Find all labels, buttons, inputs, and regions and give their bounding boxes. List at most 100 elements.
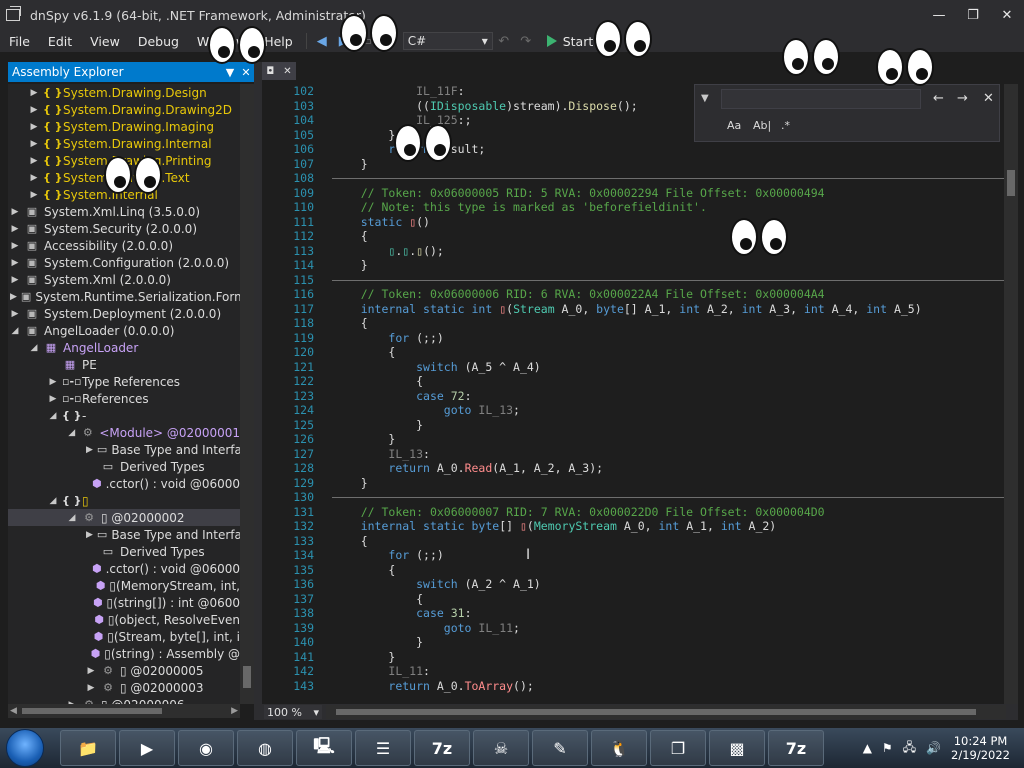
expand-arrow-icon[interactable]: ▶ <box>29 173 39 183</box>
close-icon[interactable]: ✕ <box>990 0 1024 30</box>
expand-arrow-icon[interactable]: ▶ <box>86 683 96 693</box>
tree-item[interactable]: ▶ ▭ Base Type and Interfac <box>8 441 240 458</box>
tree-horizontal-scrollbar[interactable]: ◀ ▶ <box>8 704 240 718</box>
expand-arrow-icon[interactable]: ▶ <box>29 88 39 98</box>
tree-item[interactable]: ▶ ▭ Base Type and Interfac <box>8 526 240 543</box>
tree-item[interactable]: ▶ { } System.Drawing.Imaging <box>8 118 240 135</box>
tree-item[interactable]: ◢ ▣ AngelLoader (0.0.0.0) <box>8 322 240 339</box>
minimize-icon[interactable]: — <box>922 0 956 30</box>
document-tab[interactable]: ◘ ✕ <box>262 62 296 80</box>
tree-item[interactable]: ◢ ⚙ <Module> @02000001 <box>8 424 240 441</box>
tree-item[interactable]: ▶ ▣ System.Security (2.0.0.0) <box>8 220 240 237</box>
close-icon[interactable]: ✕ <box>983 91 994 106</box>
menu-view[interactable]: View <box>81 34 129 49</box>
tree-item[interactable]: ⬢ ▯(MemoryStream, int, <box>8 577 240 594</box>
expand-arrow-icon[interactable]: ▶ <box>29 190 39 200</box>
tree-item[interactable]: ⬢ .cctor() : void @06000 <box>8 475 240 492</box>
language-select[interactable]: C# ▾ <box>402 32 493 50</box>
editor-app-icon[interactable]: ✎ <box>532 730 588 766</box>
7zip-app-icon[interactable]: 7z <box>414 730 470 766</box>
menu-edit[interactable]: Edit <box>39 34 81 49</box>
expand-arrow-icon[interactable]: ▶ <box>10 224 20 234</box>
expand-arrow-icon[interactable]: ▶ <box>48 394 58 404</box>
pirate-app-icon[interactable]: ☠ <box>473 730 529 766</box>
tree-item[interactable]: ▶ ▣ System.Runtime.Serialization.Format <box>8 288 240 305</box>
undo-icon[interactable]: ↶ <box>493 31 515 51</box>
collapse-arrow-icon[interactable]: ◢ <box>67 428 76 438</box>
expand-arrow-icon[interactable]: ▶ <box>10 241 20 251</box>
show-hidden-icons-icon[interactable]: ▲ <box>863 741 872 755</box>
collapse-arrow-icon[interactable]: ◢ <box>48 496 58 506</box>
tree-item[interactable]: ▶ ⚙ ▯ @02000005 <box>8 662 240 679</box>
expand-arrow-icon[interactable]: ▶ <box>10 207 20 217</box>
find-previous-icon[interactable]: ← <box>933 91 944 106</box>
redo-icon[interactable]: ↷ <box>515 31 537 51</box>
expand-arrow-icon[interactable]: ▶ <box>29 156 39 166</box>
tree-item[interactable]: ◢ ⚙ ▯ @02000002 <box>8 509 240 526</box>
tree-item[interactable]: ⬢ ▯(object, ResolveEven <box>8 611 240 628</box>
tree-item[interactable]: ▶ ▣ System.Xml (2.0.0.0) <box>8 271 240 288</box>
chrome-app-icon[interactable]: ◉ <box>178 730 234 766</box>
tree-item[interactable]: ▶ ▣ System.Deployment (2.0.0.0) <box>8 305 240 322</box>
menu-file[interactable]: File <box>0 34 39 49</box>
whole-word-toggle[interactable]: Ab| <box>753 119 771 132</box>
expand-arrow-icon[interactable]: ▶ <box>29 122 39 132</box>
tree-item[interactable]: ▶⚙▯ @02000006 <box>8 696 240 705</box>
tree-item[interactable]: ⬢ ▯(string[]) : int @0600 <box>8 594 240 611</box>
tree-item[interactable]: ▶ ▣ System.Xml.Linq (3.5.0.0) <box>8 203 240 220</box>
collapse-arrow-icon[interactable]: ◢ <box>48 411 58 421</box>
expand-arrow-icon[interactable]: ▶ <box>10 309 20 319</box>
network-icon[interactable]: 🖧 <box>903 738 916 759</box>
editor-horizontal-scrollbar[interactable] <box>326 705 1006 719</box>
menu-debug[interactable]: Debug <box>129 34 188 49</box>
notes-app-icon[interactable]: ☰ <box>355 730 411 766</box>
start-menu-button[interactable] <box>6 729 44 767</box>
expand-arrow-icon[interactable]: ▶ <box>10 275 20 285</box>
tree-item[interactable]: ◢ ▦ AngelLoader <box>8 339 240 356</box>
tree-vertical-scrollbar[interactable] <box>240 84 254 704</box>
tree-item[interactable]: ⬢ ▯(string) : Assembly @ <box>8 645 240 662</box>
collapse-arrow-icon[interactable]: ◢ <box>10 326 20 336</box>
tree-item[interactable]: ▶ { } System.Drawing.Drawing2D <box>8 101 240 118</box>
tree-item[interactable]: ▶ ▣ System.Configuration (2.0.0.0) <box>8 254 240 271</box>
tree-item[interactable]: ◢ { } - <box>8 407 240 424</box>
7zip-app-2-icon[interactable]: 7z <box>768 730 824 766</box>
firefox-app-icon[interactable]: ◍ <box>237 730 293 766</box>
maximize-icon[interactable]: ❐ <box>956 0 990 30</box>
start-button[interactable]: Start <box>546 34 593 49</box>
expand-arrow-icon[interactable]: ▶ <box>86 445 93 455</box>
expand-arrow-icon[interactable]: ▶ <box>29 139 39 149</box>
tree-item[interactable]: ▶ ▫-▫ Type References <box>8 373 240 390</box>
tree-item[interactable]: ▦ PE <box>8 356 240 373</box>
tree-item[interactable]: ▭ Derived Types <box>8 543 240 560</box>
tree-item[interactable]: ⬢ .cctor() : void @06000 <box>8 560 240 577</box>
tree-item[interactable]: ▭ Derived Types <box>8 458 240 475</box>
expand-arrow-icon[interactable]: ▶ <box>86 666 96 676</box>
match-case-toggle[interactable]: Aa <box>727 119 741 132</box>
volume-icon[interactable]: 🔊 <box>926 741 941 755</box>
tree-item[interactable]: ◢ { } ▯ <box>8 492 240 509</box>
tree-item[interactable]: ▶ ▫-▫ References <box>8 390 240 407</box>
collapse-arrow-icon[interactable]: ◢ <box>29 343 39 353</box>
expand-arrow-icon[interactable]: ▶ <box>10 292 17 302</box>
tree-item[interactable]: ▶ ⚙ ▯ @02000003 <box>8 679 240 696</box>
action-center-icon[interactable]: ⚑ <box>882 741 893 755</box>
expand-arrow-icon[interactable]: ▶ <box>86 530 93 540</box>
penguin-app-icon[interactable]: 🐧 <box>591 730 647 766</box>
find-input[interactable] <box>721 89 921 109</box>
tree-item[interactable]: ▶ { } System.Drawing.Design <box>8 84 240 101</box>
tree-item[interactable]: ▶ { } System.Drawing.Internal <box>8 135 240 152</box>
windows-app-icon[interactable]: ❐ <box>650 730 706 766</box>
collapse-arrow-icon[interactable]: ◢ <box>67 513 77 523</box>
panel-splitter[interactable] <box>254 62 262 720</box>
explorer-app-icon[interactable]: 📁 <box>60 730 116 766</box>
tree-item[interactable]: ▶ ▣ Accessibility (2.0.0.0) <box>8 237 240 254</box>
find-next-icon[interactable]: → <box>957 91 968 106</box>
editor-vertical-scrollbar[interactable] <box>1004 84 1018 704</box>
chevron-down-icon[interactable]: ▼ <box>222 66 238 79</box>
media-player-app-icon[interactable]: ▶ <box>119 730 175 766</box>
code-editor[interactable]: 102 IL_11F: 103 ((IDisposable)stream).Dis… <box>280 84 1004 704</box>
close-icon[interactable]: ✕ <box>283 66 291 77</box>
expand-arrow-icon[interactable]: ▶ <box>29 105 39 115</box>
expand-arrow-icon[interactable]: ▶ <box>48 377 58 387</box>
